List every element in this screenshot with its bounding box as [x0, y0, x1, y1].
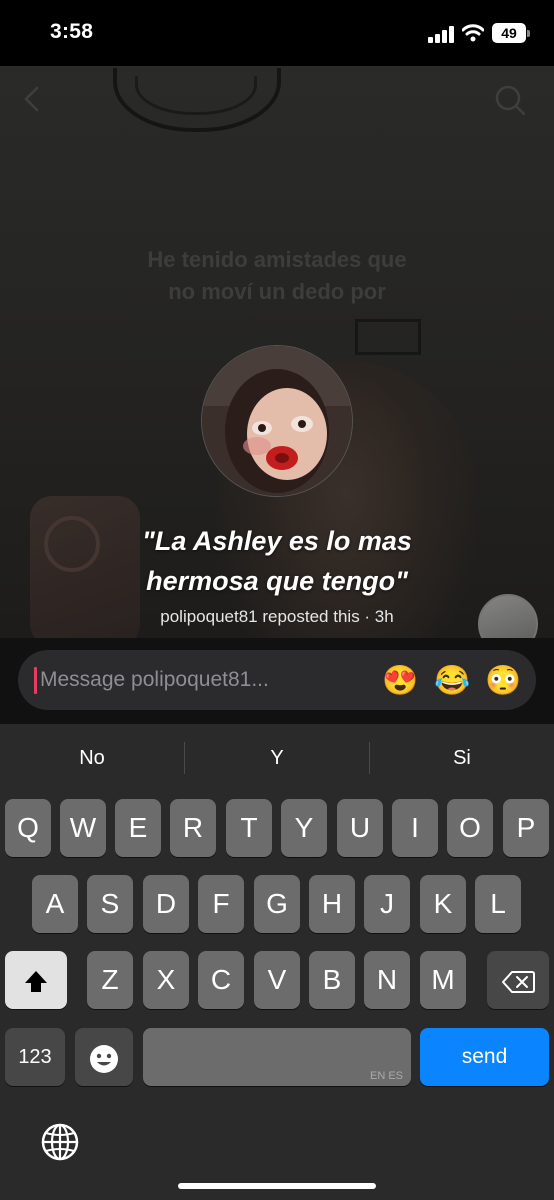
battery-tip — [527, 30, 530, 37]
flushed-emoji-button[interactable]: 😳 — [485, 664, 521, 698]
key-n[interactable]: N — [364, 951, 410, 1009]
status-time: 3:58 — [50, 20, 94, 43]
message-input[interactable] — [40, 650, 370, 710]
key-g[interactable]: G — [254, 875, 300, 933]
key-r[interactable]: R — [170, 799, 216, 857]
key-b[interactable]: B — [309, 951, 355, 1009]
text-cursor — [34, 667, 37, 694]
repost-quote: "La Ashley es lo mas hermosa que tengo" — [142, 526, 412, 596]
repost-attribution: polipoquet81 reposted this · 3h — [160, 607, 394, 626]
key-p[interactable]: P — [503, 799, 549, 857]
key-i[interactable]: I — [392, 799, 438, 857]
wifi-icon — [462, 24, 484, 42]
globe-icon[interactable] — [40, 1122, 80, 1162]
emoji-face-icon — [90, 1044, 118, 1073]
laughing-emoji-button[interactable]: 😂 — [434, 664, 470, 698]
backspace-icon — [502, 970, 535, 993]
suggestion-item[interactable]: Si — [370, 736, 554, 780]
key-h[interactable]: H — [309, 875, 355, 933]
battery-icon: 49 — [492, 23, 526, 43]
message-pill: 😍 😂 😳 — [18, 650, 536, 710]
key-y[interactable]: Y — [281, 799, 327, 857]
key-t[interactable]: T — [226, 799, 272, 857]
key-x[interactable]: X — [143, 951, 189, 1009]
keyboard: No Y Si Q W E R T Y U I O P A S D F G H … — [0, 724, 554, 1200]
key-e[interactable]: E — [115, 799, 161, 857]
profile-avatar[interactable] — [201, 345, 353, 497]
shift-arrow-icon — [25, 970, 47, 992]
numbers-key[interactable]: 123 — [5, 1028, 65, 1086]
key-m[interactable]: M — [420, 951, 466, 1009]
key-l[interactable]: L — [475, 875, 521, 933]
message-bar: 😍 😂 😳 — [0, 638, 554, 724]
send-key[interactable]: send — [420, 1028, 549, 1086]
space-language-label: EN ES — [369, 1070, 403, 1082]
backspace-key[interactable] — [487, 951, 549, 1009]
emoji-key[interactable] — [75, 1028, 133, 1086]
key-u[interactable]: U — [337, 799, 383, 857]
key-j[interactable]: J — [364, 875, 410, 933]
cellular-signal-icon — [428, 25, 456, 43]
suggestion-item[interactable]: No — [0, 736, 184, 780]
search-icon[interactable] — [494, 84, 526, 116]
space-key[interactable]: EN ES — [143, 1028, 411, 1086]
key-c[interactable]: C — [198, 951, 244, 1009]
key-o[interactable]: O — [447, 799, 493, 857]
key-s[interactable]: S — [87, 875, 133, 933]
status-bar: 3:58 49 — [0, 0, 554, 66]
suggestion-bar: No Y Si — [0, 736, 554, 780]
story-view[interactable]: He tenido amistades que no moví un dedo … — [0, 66, 554, 638]
key-v[interactable]: V — [254, 951, 300, 1009]
key-a[interactable]: A — [32, 875, 78, 933]
shift-key[interactable] — [5, 951, 67, 1009]
heart-eyes-emoji-button[interactable]: 😍 — [382, 664, 418, 698]
key-w[interactable]: W — [60, 799, 106, 857]
home-indicator — [178, 1183, 376, 1189]
background-caption: He tenido amistades que no moví un dedo … — [147, 247, 407, 304]
key-q[interactable]: Q — [5, 799, 51, 857]
suggestion-item[interactable]: Y — [185, 736, 369, 780]
back-chevron-icon[interactable] — [20, 86, 46, 112]
wall-frame-shape — [355, 319, 421, 355]
key-k[interactable]: K — [420, 875, 466, 933]
key-z[interactable]: Z — [87, 951, 133, 1009]
key-d[interactable]: D — [143, 875, 189, 933]
key-f[interactable]: F — [198, 875, 244, 933]
